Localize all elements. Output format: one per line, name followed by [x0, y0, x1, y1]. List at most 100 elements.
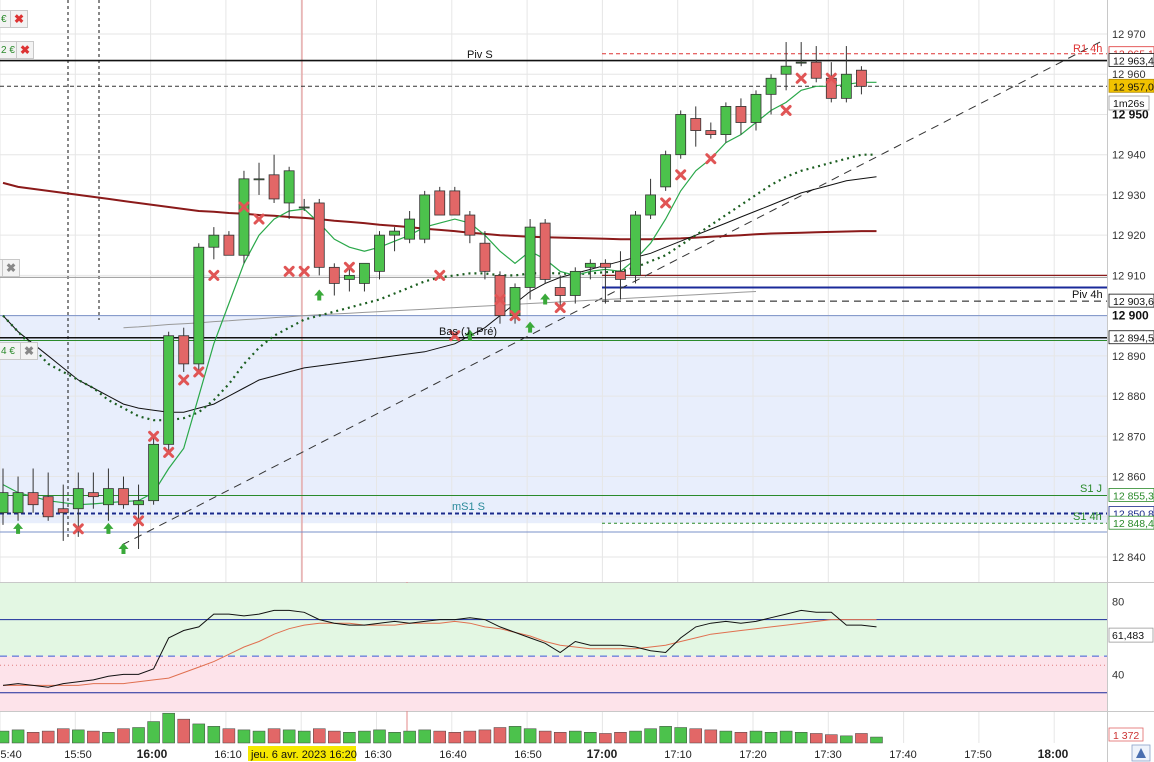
candle[interactable] [359, 262, 370, 292]
candle[interactable] [163, 331, 175, 453]
time-axis[interactable]: 15:40 15:50 16:00 16:10 16:30 16:40 16:50 17:00… [0, 744, 1151, 762]
volume-bar [132, 727, 145, 744]
candle[interactable] [810, 46, 822, 83]
volume-bar [313, 728, 326, 744]
candle-body [343, 274, 355, 280]
price-tick-label: 12 970 [1112, 29, 1146, 41]
candle[interactable] [645, 178, 656, 220]
candle-body [750, 93, 762, 123]
price-tick-label: 12 910 [1112, 270, 1146, 282]
candle-body [795, 61, 807, 64]
order-tag-3[interactable]: ✖ [0, 259, 20, 277]
candle[interactable] [539, 219, 551, 284]
close-icon[interactable]: ✖ [16, 42, 33, 58]
level-label-piv-s: Piv S [467, 49, 493, 61]
time-tick-label: 16:40 [439, 749, 467, 761]
sell-cross-icon [253, 213, 265, 225]
candle[interactable] [238, 170, 250, 264]
candle[interactable] [735, 98, 747, 135]
candle[interactable] [795, 42, 807, 67]
level-label-s1-4h: S1 4h [1073, 511, 1102, 523]
candle[interactable] [856, 66, 867, 95]
volume-bar [102, 732, 115, 744]
candle[interactable] [449, 186, 461, 216]
candle[interactable] [584, 259, 596, 280]
candle[interactable] [283, 166, 295, 220]
candle[interactable] [660, 150, 672, 191]
candle-body [720, 106, 732, 135]
price-tick-label: 12 900 [1112, 309, 1149, 323]
candle-body [238, 178, 250, 256]
candle-body [328, 266, 340, 284]
candle-body [57, 508, 69, 514]
close-icon[interactable]: ✖ [20, 343, 37, 359]
rsi-tick-label: 40 [1112, 669, 1124, 681]
close-icon[interactable]: ✖ [10, 11, 27, 27]
sell-cross-icon [780, 104, 792, 116]
volume-bar [553, 732, 567, 744]
volume-bar [493, 727, 507, 744]
sell-cross-icon [705, 153, 717, 165]
price-tag-label: 12 848,4 [1113, 518, 1154, 530]
candle[interactable] [675, 110, 687, 159]
volume-bar [825, 734, 838, 744]
candle[interactable] [328, 263, 340, 296]
time-tick-label: 16:10 [214, 749, 242, 761]
candle[interactable] [690, 106, 702, 147]
candle[interactable] [705, 122, 717, 139]
candle-body [223, 234, 235, 256]
buy-arrow-icon [314, 289, 325, 301]
candle[interactable] [148, 436, 160, 505]
price-tick-label: 12 880 [1112, 391, 1146, 403]
volume-bar [192, 723, 206, 744]
candle-body [283, 170, 295, 204]
candle[interactable] [569, 267, 581, 304]
candle[interactable] [268, 154, 280, 203]
cursor-time-label: jeu. 6 avr. 2023 16:20 [250, 749, 357, 761]
candle[interactable] [253, 162, 265, 195]
price-axis[interactable]: 12 97012 96012 95012 94012 93012 92012 9… [1108, 29, 1154, 742]
order-tag-2[interactable]: 2 € ✖ [0, 41, 34, 59]
candle[interactable] [404, 211, 416, 244]
candle-body [630, 214, 641, 276]
candle-body [27, 492, 39, 506]
price-tick-label: 12 840 [1112, 552, 1146, 564]
rsi-panel [0, 583, 1107, 711]
candle[interactable] [524, 219, 536, 300]
volume-bar [779, 730, 793, 744]
candle[interactable] [419, 190, 431, 244]
volume-bar [162, 712, 175, 744]
trading-chart[interactable]: 12 97012 96012 95012 94012 93012 92012 9… [0, 0, 1154, 762]
candle-body [464, 214, 476, 236]
candle-body [42, 496, 54, 518]
candle-body [313, 202, 325, 268]
candle-body [374, 234, 385, 272]
volume-bar [41, 730, 55, 744]
candle[interactable] [615, 251, 626, 300]
time-tick-label: 16:50 [514, 749, 542, 761]
level-label-r1-4h: R1 4h [1073, 43, 1102, 55]
order-tag-1[interactable]: € ✖ [0, 10, 28, 28]
candle[interactable] [720, 102, 732, 143]
order-tag-4[interactable]: 4 € ✖ [0, 342, 38, 360]
candle[interactable] [630, 211, 641, 284]
candle-body [434, 190, 446, 216]
candle-body [193, 246, 205, 365]
candle[interactable] [840, 46, 852, 103]
level-label-bas-j-pre: Bas (J, Pré) [439, 326, 497, 338]
volume-bar [267, 728, 281, 744]
candle-body [72, 488, 84, 510]
candle[interactable] [208, 227, 220, 260]
candle[interactable] [193, 243, 205, 372]
candle[interactable] [313, 198, 325, 276]
time-tick-label: 17:10 [664, 749, 692, 761]
order-tag-amount: 2 € [1, 45, 15, 56]
candle[interactable] [780, 42, 792, 91]
candle-body [178, 335, 190, 365]
candle[interactable] [464, 211, 476, 244]
volume-bar [870, 736, 883, 744]
close-icon[interactable]: ✖ [2, 260, 19, 276]
candle-body [0, 492, 9, 514]
volume-bar [207, 726, 221, 744]
candle[interactable] [434, 186, 446, 216]
